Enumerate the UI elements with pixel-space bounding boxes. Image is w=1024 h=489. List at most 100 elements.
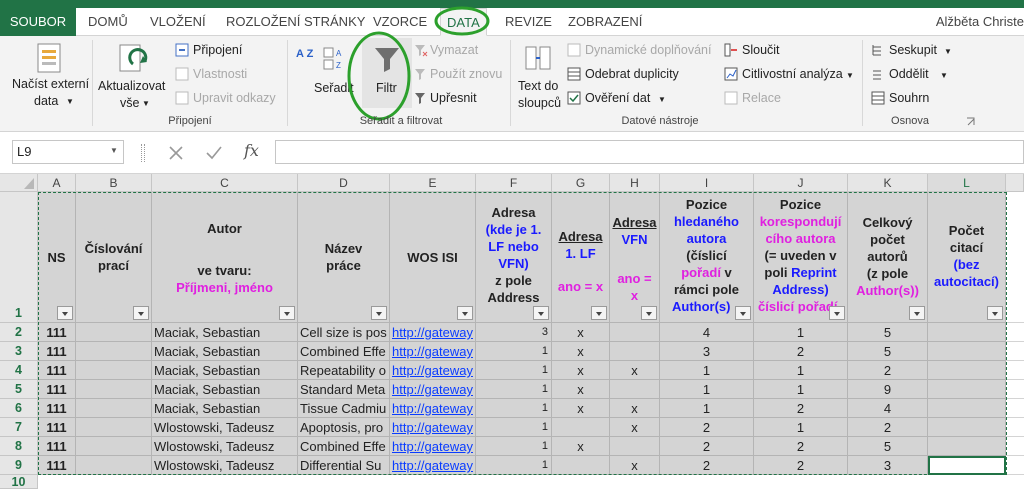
- cell-address-vfn[interactable]: [610, 380, 660, 399]
- tab-review[interactable]: REVIZE: [505, 8, 552, 36]
- column-header-d[interactable]: D: [298, 174, 390, 192]
- wos-link[interactable]: http://gateway: [392, 401, 473, 416]
- cell-ns[interactable]: 111: [38, 323, 76, 342]
- cell-author[interactable]: Wlostowski, Tadeusz: [152, 418, 298, 437]
- relationships-button[interactable]: Relace: [742, 90, 781, 106]
- cell-author-position[interactable]: 2: [660, 456, 754, 475]
- group-button[interactable]: Seskupit: [889, 42, 937, 58]
- get-external-data-button[interactable]: Načíst externí: [12, 76, 89, 92]
- column-header-a[interactable]: A: [38, 174, 76, 192]
- cell-title[interactable]: Differential Su: [298, 456, 390, 475]
- cell-corresponding[interactable]: 1: [754, 380, 848, 399]
- cell-title[interactable]: Combined Effe: [298, 342, 390, 361]
- cell-numbering[interactable]: [76, 399, 152, 418]
- formula-bar-grip[interactable]: [141, 144, 145, 162]
- column-header-e[interactable]: E: [390, 174, 476, 192]
- cell-numbering[interactable]: [76, 342, 152, 361]
- cell-address-1lf[interactable]: x: [552, 323, 610, 342]
- row-header[interactable]: 2: [0, 323, 38, 342]
- name-box[interactable]: L9: [12, 140, 124, 164]
- select-all-corner[interactable]: [0, 174, 38, 192]
- cell-author-position[interactable]: 1: [660, 380, 754, 399]
- dialog-launcher-icon[interactable]: [966, 117, 976, 127]
- filter-dropdown-button[interactable]: [591, 306, 607, 320]
- header-address-vfn[interactable]: Adresa VFN ano = x: [610, 192, 660, 323]
- row-header[interactable]: 7: [0, 418, 38, 437]
- column-header-l[interactable]: L: [928, 174, 1006, 192]
- cell-ns[interactable]: 111: [38, 418, 76, 437]
- cell-ns[interactable]: 111: [38, 399, 76, 418]
- cell-numbering[interactable]: [76, 418, 152, 437]
- cell-author[interactable]: Maciak, Sebastian: [152, 323, 298, 342]
- header-author[interactable]: Autor ve tvaru: Příjmeni, jméno: [152, 192, 298, 323]
- cell-author-position[interactable]: 3: [660, 342, 754, 361]
- filter-dropdown-button[interactable]: [735, 306, 751, 320]
- cell-author-position[interactable]: 4: [660, 323, 754, 342]
- cell-author[interactable]: Wlostowski, Tadeusz: [152, 437, 298, 456]
- cell-address-vfn[interactable]: x: [610, 399, 660, 418]
- cell-title[interactable]: Cell size is pos: [298, 323, 390, 342]
- cell-wos-link[interactable]: http://gateway: [390, 323, 476, 342]
- cell-wos-link[interactable]: http://gateway: [390, 437, 476, 456]
- consolidate-button[interactable]: Sloučit: [742, 42, 780, 58]
- filter-dropdown-button[interactable]: [279, 306, 295, 320]
- cell-citations[interactable]: [928, 342, 1006, 361]
- cell-address-vfn[interactable]: x: [610, 361, 660, 380]
- cell-author-position[interactable]: 2: [660, 437, 754, 456]
- tab-view[interactable]: ZOBRAZENÍ: [568, 8, 642, 36]
- column-header-i[interactable]: I: [660, 174, 754, 192]
- text-to-columns-button[interactable]: Text do: [518, 78, 558, 94]
- cell-citations[interactable]: [928, 418, 1006, 437]
- filter-dropdown-button[interactable]: [829, 306, 845, 320]
- row-header[interactable]: 5: [0, 380, 38, 399]
- chevron-down-icon[interactable]: ▼: [110, 146, 118, 155]
- cell-corresponding[interactable]: 1: [754, 361, 848, 380]
- user-name[interactable]: Alžběta Christe: [936, 8, 1024, 36]
- wos-link[interactable]: http://gateway: [392, 458, 473, 473]
- header-title[interactable]: Název práce: [298, 192, 390, 323]
- row-header[interactable]: 4: [0, 361, 38, 380]
- data-validation-button[interactable]: Ověření dat: [585, 90, 650, 106]
- cell-citations[interactable]: [928, 361, 1006, 380]
- clear-button[interactable]: Vymazat: [430, 42, 478, 58]
- empty-cell[interactable]: [1006, 342, 1024, 361]
- cell-title[interactable]: Combined Effe: [298, 437, 390, 456]
- filter-dropdown-button[interactable]: [57, 306, 73, 320]
- cell-address-vfn[interactable]: [610, 437, 660, 456]
- cell-wos-link[interactable]: http://gateway: [390, 361, 476, 380]
- cell-ns[interactable]: 111: [38, 342, 76, 361]
- cell-wos-link[interactable]: http://gateway: [390, 456, 476, 475]
- cell-wos-link[interactable]: http://gateway: [390, 399, 476, 418]
- tab-insert[interactable]: VLOŽENÍ: [150, 8, 206, 36]
- formula-input[interactable]: [275, 140, 1024, 164]
- filter-dropdown-button[interactable]: [533, 306, 549, 320]
- edit-links-button[interactable]: Upravit odkazy: [193, 90, 276, 106]
- empty-cell[interactable]: [1006, 323, 1024, 342]
- cell-title[interactable]: Apoptosis, pro: [298, 418, 390, 437]
- flash-fill-button[interactable]: Dynamické doplňování: [585, 42, 711, 58]
- cell-address[interactable]: 1: [476, 399, 552, 418]
- cell-numbering[interactable]: [76, 323, 152, 342]
- column-header-c[interactable]: C: [152, 174, 298, 192]
- cell-total-authors[interactable]: 2: [848, 418, 928, 437]
- row-header[interactable]: 6: [0, 399, 38, 418]
- column-header-h[interactable]: H: [610, 174, 660, 192]
- cell-ns[interactable]: 111: [38, 437, 76, 456]
- selected-cell-l9[interactable]: [928, 456, 1006, 475]
- column-header-overflow[interactable]: [1006, 174, 1024, 192]
- cell-address[interactable]: 1: [476, 361, 552, 380]
- tab-home[interactable]: DOMŮ: [88, 8, 128, 36]
- column-header-f[interactable]: F: [476, 174, 552, 192]
- cell-address[interactable]: 3: [476, 323, 552, 342]
- cell-wos-link[interactable]: http://gateway: [390, 342, 476, 361]
- filter-dropdown-button[interactable]: [371, 306, 387, 320]
- cell-author[interactable]: Wlostowski, Tadeusz: [152, 456, 298, 475]
- cell-total-authors[interactable]: 3: [848, 456, 928, 475]
- wos-link[interactable]: http://gateway: [392, 325, 473, 340]
- cell-address-vfn[interactable]: x: [610, 418, 660, 437]
- cell-citations[interactable]: [928, 437, 1006, 456]
- cell-title[interactable]: Standard Meta: [298, 380, 390, 399]
- cell-address[interactable]: 1: [476, 418, 552, 437]
- cell-author-position[interactable]: 1: [660, 399, 754, 418]
- cell-corresponding[interactable]: 2: [754, 399, 848, 418]
